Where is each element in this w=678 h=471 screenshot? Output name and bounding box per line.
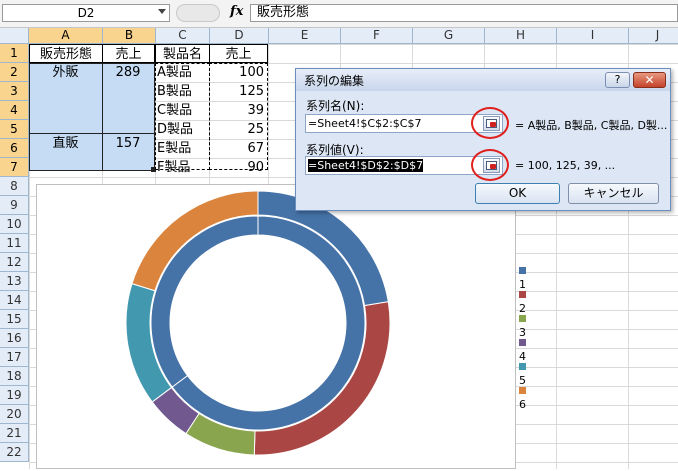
close-button[interactable]: ✕	[633, 72, 666, 88]
row-header-17[interactable]: 17	[0, 348, 29, 367]
row-header-4[interactable]: 4	[0, 101, 29, 120]
series-values-preview: = 100, 125, 39, ...	[515, 159, 616, 172]
column-header-h[interactable]: H	[485, 28, 557, 44]
header-cell-b1[interactable]: 売上	[102, 44, 155, 63]
row-header-21[interactable]: 21	[0, 424, 29, 443]
legend-item[interactable]: 2	[519, 288, 534, 315]
legend-item[interactable]: 5	[519, 360, 534, 387]
header-cell-d1[interactable]: 売上	[209, 44, 268, 63]
cancel-button[interactable]: キャンセル	[568, 183, 659, 204]
row-header-10[interactable]: 10	[0, 215, 29, 234]
column-header-b[interactable]: B	[103, 28, 156, 44]
cell-b6[interactable]: 157	[102, 134, 154, 153]
doughnut-segment-outer-2[interactable]	[253, 301, 391, 456]
cell-a2[interactable]: 外販	[29, 63, 102, 82]
help-button[interactable]: ?	[605, 72, 630, 88]
row-header-14[interactable]: 14	[0, 291, 29, 310]
column-header-d[interactable]: D	[210, 28, 269, 44]
series-name-label: 系列名(N):	[306, 99, 365, 113]
series-name-preview: = A製品, B製品, C製品, D製...	[515, 119, 668, 132]
row-header-3[interactable]: 3	[0, 82, 29, 101]
edit-series-dialog: 系列の編集 ? ✕ 系列名(N): =Sheet4!$C$2:$C$7 = A製…	[295, 68, 671, 211]
column-header-f[interactable]: F	[341, 28, 413, 44]
row-header-13[interactable]: 13	[0, 272, 29, 291]
legend-swatch	[519, 290, 526, 298]
legend-item[interactable]: 4	[519, 336, 534, 363]
series-values-value: =Sheet4!$D$2:$D$7	[308, 159, 424, 172]
header-cell-a1[interactable]: 販売形態	[29, 44, 103, 63]
column-header-i[interactable]: I	[557, 28, 629, 44]
row-header-1[interactable]: 1	[0, 44, 29, 63]
legend-item[interactable]: 3	[519, 312, 534, 339]
formula-bar-divider	[176, 4, 220, 22]
range-select-icon-marker	[490, 164, 496, 169]
name-box-dropdown-icon[interactable]	[158, 9, 166, 14]
header-cell-c1[interactable]: 製品名	[155, 44, 210, 63]
column-header-c[interactable]: C	[156, 28, 210, 44]
formula-input[interactable]: 販売形態	[250, 4, 678, 22]
row-header-11[interactable]: 11	[0, 234, 29, 253]
row-header-7[interactable]: 7	[0, 158, 29, 177]
legend-swatch	[519, 362, 526, 370]
row-header-12[interactable]: 12	[0, 253, 29, 272]
row-header-2[interactable]: 2	[0, 63, 29, 82]
column-header-e[interactable]: E	[269, 28, 341, 44]
row-header-9[interactable]: 9	[0, 196, 29, 215]
range-select-icon-marker	[490, 122, 496, 127]
dialog-titlebar[interactable]: 系列の編集 ? ✕	[296, 69, 670, 91]
row-header-5[interactable]: 5	[0, 120, 29, 139]
row-header-18[interactable]: 18	[0, 367, 29, 386]
row-header-20[interactable]: 20	[0, 405, 29, 424]
series-name-range-button[interactable]	[483, 116, 500, 131]
insert-function-icon[interactable]: fx	[230, 4, 243, 19]
name-box[interactable]: D2	[2, 4, 170, 22]
copy-marquee-d2-d7	[209, 63, 268, 170]
dialog-title: 系列の編集	[304, 74, 365, 88]
doughnut-chart-canvas	[125, 190, 391, 456]
legend-item[interactable]: 6	[519, 384, 534, 411]
legend-swatch	[519, 386, 526, 394]
cell-b2[interactable]: 289	[102, 63, 154, 82]
column-header-g[interactable]: G	[413, 28, 485, 44]
column-header-j[interactable]: J	[629, 28, 678, 44]
legend-swatch	[519, 338, 526, 346]
ok-button[interactable]: OK	[475, 183, 560, 204]
legend-swatch	[519, 266, 526, 274]
row-header-8[interactable]: 8	[0, 177, 29, 196]
row-header-16[interactable]: 16	[0, 329, 29, 348]
legend-swatch	[519, 314, 526, 322]
row-header-22[interactable]: 22	[0, 443, 29, 462]
series-values-range-button[interactable]	[483, 158, 500, 173]
doughnut-chart[interactable]: 123456	[36, 184, 526, 469]
series-name-value: =Sheet4!$C$2:$C$7	[308, 117, 422, 130]
legend-item[interactable]: 1	[519, 264, 534, 291]
row-header-15[interactable]: 15	[0, 310, 29, 329]
legend-label: 6	[519, 398, 526, 411]
select-all-corner[interactable]	[0, 28, 29, 44]
cell-a6[interactable]: 直販	[29, 134, 102, 153]
formula-bar: D2 fx 販売形態	[0, 0, 678, 28]
row-header-6[interactable]: 6	[0, 139, 29, 158]
row-header-19[interactable]: 19	[0, 386, 29, 405]
copy-marquee-c2-c7	[155, 63, 210, 170]
column-header-a[interactable]: A	[29, 28, 103, 44]
